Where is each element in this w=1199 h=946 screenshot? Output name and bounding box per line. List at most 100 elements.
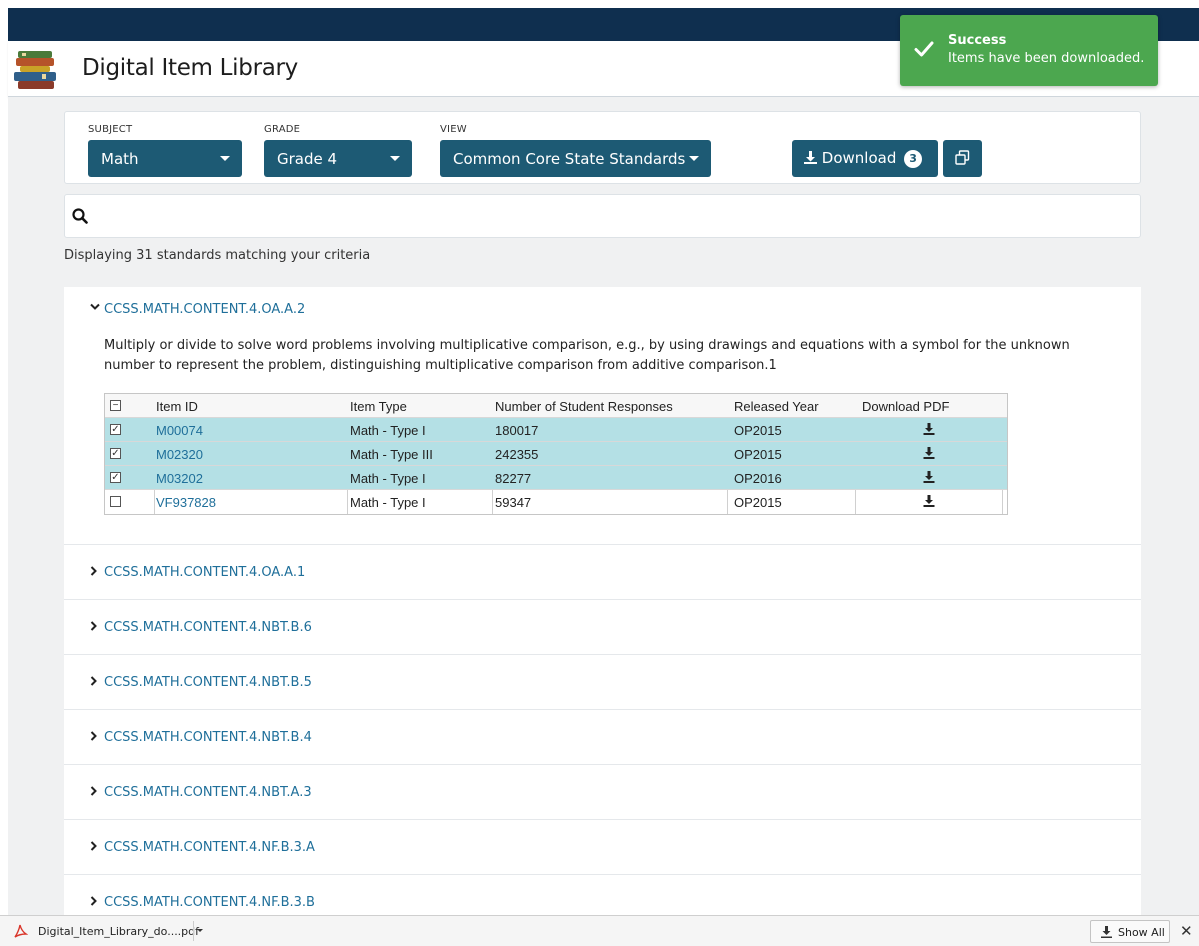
download-icon bbox=[1101, 926, 1112, 938]
download-icon[interactable] bbox=[923, 423, 935, 435]
success-toast[interactable]: Success Items have been downloaded. bbox=[900, 15, 1158, 86]
standard-code[interactable]: CCSS.MATH.CONTENT.4.NF.B.3.B bbox=[104, 895, 315, 910]
standard-code[interactable]: CCSS.MATH.CONTENT.4.OA.A.1 bbox=[104, 565, 305, 580]
standard-header[interactable]: CCSS.MATH.CONTENT.4.NBT.B.5 bbox=[64, 655, 1141, 709]
item-type: Math - Type I bbox=[350, 495, 426, 510]
copy-icon bbox=[955, 150, 970, 165]
download-icon bbox=[804, 151, 817, 164]
row-checkbox[interactable]: ✓ bbox=[110, 448, 121, 459]
show-all-button[interactable]: Show All bbox=[1090, 920, 1170, 943]
column-header-item-type[interactable]: Item Type bbox=[350, 399, 407, 414]
view-dropdown[interactable]: Common Core State Standards bbox=[440, 140, 711, 177]
chevron-right-icon bbox=[90, 841, 97, 851]
item-id-link[interactable]: M02320 bbox=[156, 447, 203, 462]
standard-item: CCSS.MATH.CONTENT.4.NF.B.3.A bbox=[64, 820, 1141, 875]
downloaded-file-name: Digital_Item_Library_do....pdf bbox=[38, 925, 200, 938]
download-icon[interactable] bbox=[923, 447, 935, 459]
standard-header[interactable]: CCSS.MATH.CONTENT.4.OA.A.1 bbox=[64, 545, 1141, 599]
student-responses: 180017 bbox=[495, 423, 539, 438]
standard-item: CCSS.MATH.CONTENT.4.NBT.B.5 bbox=[64, 655, 1141, 710]
close-icon[interactable]: ✕ bbox=[1180, 922, 1193, 940]
toast-message: Items have been downloaded. bbox=[948, 51, 1145, 66]
chevron-right-icon bbox=[90, 566, 97, 576]
standard-header[interactable]: CCSS.MATH.CONTENT.4.NBT.B.6 bbox=[64, 600, 1141, 654]
released-year: OP2015 bbox=[734, 495, 782, 510]
chevron-right-icon bbox=[90, 621, 97, 631]
download-button[interactable]: Download 3 bbox=[792, 140, 938, 177]
books-logo-icon bbox=[14, 51, 56, 89]
column-header-download-pdf[interactable]: Download PDF bbox=[862, 399, 949, 414]
student-responses: 242355 bbox=[495, 447, 539, 462]
standard-description: Multiply or divide to solve word problem… bbox=[104, 338, 1070, 373]
subject-dropdown[interactable]: Math bbox=[88, 140, 242, 177]
row-checkbox[interactable] bbox=[110, 496, 121, 507]
standard-code[interactable]: CCSS.MATH.CONTENT.4.NBT.A.3 bbox=[104, 785, 312, 800]
released-year: OP2016 bbox=[734, 471, 782, 486]
file-options-dropdown[interactable] bbox=[193, 921, 204, 941]
standard-header[interactable]: CCSS.MATH.CONTENT.4.NBT.A.3 bbox=[64, 765, 1141, 819]
standard-item: CCSS.MATH.CONTENT.4.OA.A.2 Multiply or d… bbox=[64, 287, 1141, 545]
toast-title: Success bbox=[948, 33, 1007, 48]
standard-code[interactable]: CCSS.MATH.CONTENT.4.NF.B.3.A bbox=[104, 840, 315, 855]
table-header-row: − Item ID Item Type Number of Student Re… bbox=[105, 394, 1007, 418]
item-id-link[interactable]: VF937828 bbox=[156, 495, 216, 510]
download-icon[interactable] bbox=[923, 471, 935, 483]
released-year: OP2015 bbox=[734, 447, 782, 462]
download-icon[interactable] bbox=[923, 495, 935, 507]
copy-button[interactable] bbox=[943, 140, 982, 177]
standard-code[interactable]: CCSS.MATH.CONTENT.4.OA.A.2 bbox=[104, 302, 305, 317]
row-checkbox[interactable]: ✓ bbox=[110, 472, 121, 483]
search-input[interactable] bbox=[95, 201, 1125, 231]
standards-list: CCSS.MATH.CONTENT.4.OA.A.2 Multiply or d… bbox=[64, 287, 1141, 915]
standard-item: CCSS.MATH.CONTENT.4.NBT.B.4 bbox=[64, 710, 1141, 765]
items-table: − Item ID Item Type Number of Student Re… bbox=[104, 393, 1008, 515]
chevron-right-icon bbox=[90, 896, 97, 906]
standard-header[interactable]: CCSS.MATH.CONTENT.4.NF.B.3.A bbox=[64, 820, 1141, 874]
page-title: Digital Item Library bbox=[82, 55, 298, 81]
standard-code[interactable]: CCSS.MATH.CONTENT.4.NBT.B.4 bbox=[104, 730, 312, 745]
item-id-link[interactable]: M00074 bbox=[156, 423, 203, 438]
table-row[interactable]: ✓ M00074 Math - Type I 180017 OP2015 bbox=[105, 418, 1007, 442]
chevron-down-icon bbox=[197, 929, 203, 932]
standard-code[interactable]: CCSS.MATH.CONTENT.4.NBT.B.6 bbox=[104, 620, 312, 635]
view-value: Common Core State Standards bbox=[453, 150, 686, 168]
standard-header[interactable]: CCSS.MATH.CONTENT.4.NBT.B.4 bbox=[64, 710, 1141, 764]
item-id-link[interactable]: M03202 bbox=[156, 471, 203, 486]
main-content: SUBJECT Math GRADE Grade 4 VIEW Common C… bbox=[8, 97, 1199, 915]
checkmark-icon bbox=[914, 41, 934, 57]
standard-header[interactable]: CCSS.MATH.CONTENT.4.NF.B.3.B bbox=[64, 875, 1141, 915]
item-type: Math - Type I bbox=[350, 423, 426, 438]
row-checkbox[interactable]: ✓ bbox=[110, 424, 121, 435]
search-bar[interactable] bbox=[64, 194, 1141, 238]
download-shelf: Digital_Item_Library_do....pdf Show All … bbox=[0, 915, 1199, 946]
column-header-item-id[interactable]: Item ID bbox=[156, 399, 198, 414]
released-year: OP2015 bbox=[734, 423, 782, 438]
standard-item: CCSS.MATH.CONTENT.4.OA.A.1 bbox=[64, 545, 1141, 600]
standard-item: CCSS.MATH.CONTENT.4.NF.B.3.B bbox=[64, 875, 1141, 915]
show-all-label: Show All bbox=[1118, 926, 1165, 939]
item-type: Math - Type I bbox=[350, 471, 426, 486]
chevron-down-icon bbox=[90, 303, 100, 310]
table-row[interactable]: ✓ M03202 Math - Type I 82277 OP2016 bbox=[105, 466, 1007, 490]
subject-label: SUBJECT bbox=[88, 124, 133, 135]
standard-header[interactable]: CCSS.MATH.CONTENT.4.OA.A.2 bbox=[64, 287, 1141, 331]
results-summary: Displaying 31 standards matching your cr… bbox=[64, 248, 371, 263]
student-responses: 59347 bbox=[495, 495, 532, 510]
grade-value: Grade 4 bbox=[277, 150, 338, 168]
subject-value: Math bbox=[101, 150, 139, 168]
page-left-margin bbox=[0, 0, 8, 915]
column-header-released-year[interactable]: Released Year bbox=[734, 399, 819, 414]
table-row[interactable]: ✓ M02320 Math - Type III 242355 OP2015 bbox=[105, 442, 1007, 466]
pdf-file-icon bbox=[14, 924, 28, 938]
grade-dropdown[interactable]: Grade 4 bbox=[264, 140, 412, 177]
table-row[interactable]: VF937828 Math - Type I 59347 OP2015 bbox=[105, 490, 1007, 514]
search-icon bbox=[72, 208, 88, 224]
item-type: Math - Type III bbox=[350, 447, 433, 462]
standard-code[interactable]: CCSS.MATH.CONTENT.4.NBT.B.5 bbox=[104, 675, 312, 690]
download-label: Download bbox=[821, 149, 897, 167]
chevron-down-icon bbox=[689, 156, 699, 161]
select-all-checkbox[interactable]: − bbox=[110, 400, 121, 411]
filter-panel: SUBJECT Math GRADE Grade 4 VIEW Common C… bbox=[64, 111, 1141, 184]
column-header-responses[interactable]: Number of Student Responses bbox=[495, 399, 673, 414]
student-responses: 82277 bbox=[495, 471, 532, 486]
